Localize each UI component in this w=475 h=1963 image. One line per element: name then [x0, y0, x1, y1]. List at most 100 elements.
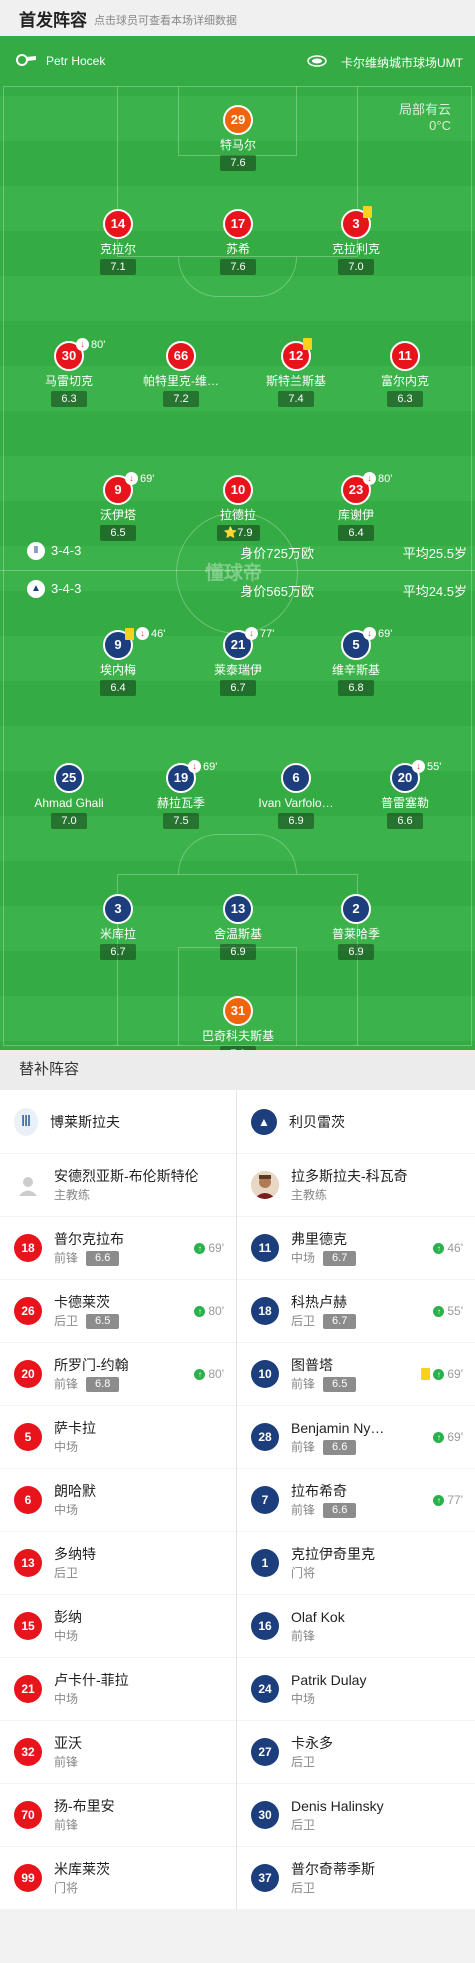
- venue-name: 卡尔维纳城市球场UMT: [341, 56, 463, 70]
- sub-player-row[interactable]: 30 Denis Halinsky 后卫: [237, 1784, 475, 1847]
- player-rating: 6.3: [387, 391, 423, 407]
- sub-player-position: 中场: [54, 1692, 79, 1706]
- player-away-10[interactable]: 2 普莱哈季 6.9: [291, 894, 421, 960]
- player-away-1[interactable]: 9 ↓ 46' 埃内梅 6.4: [53, 627, 183, 696]
- player-rating: 7.0: [338, 259, 374, 275]
- sub-player-position: 中场: [54, 1629, 79, 1643]
- sub-minute: 77': [260, 627, 275, 640]
- home-avg-age: 平均25.5岁: [402, 546, 467, 561]
- sub-player-row[interactable]: 6 朗哈默 中场: [0, 1469, 236, 1532]
- sub-player-row[interactable]: 27 卡永多 后卫: [237, 1721, 475, 1784]
- sub-player-name: 弗里德克: [291, 1231, 347, 1247]
- sub-player-position: 前锋: [291, 1629, 316, 1643]
- player-badge: 66: [166, 341, 196, 371]
- player-name: 富尔内克: [380, 374, 429, 388]
- sub-player-row[interactable]: 70 扬-布里安 前锋: [0, 1784, 236, 1847]
- player-home-6[interactable]: 66 帕特里克-维… 7.2: [116, 341, 246, 407]
- player-away-4[interactable]: 25 Ahmad Ghali 7.0: [4, 763, 134, 829]
- subs-header: 替补阵容: [0, 1050, 475, 1090]
- home-team-crest-icon: Ⅱ: [27, 542, 45, 560]
- player-name: 莱泰瑞伊: [213, 663, 262, 677]
- sub-player-row[interactable]: 32 亚沃 前锋: [0, 1721, 236, 1784]
- sub-player-row[interactable]: 37 普尔奇蒂季斯 后卫: [237, 1847, 475, 1910]
- player-home-10[interactable]: 10 拉德拉 ⭐7.9: [173, 475, 303, 541]
- sub-player-row[interactable]: 13 多纳特 后卫: [0, 1532, 236, 1595]
- player-away-8[interactable]: 3 米库拉 6.7: [53, 894, 183, 960]
- sub-player-info: 米库莱茨 门将: [54, 1860, 110, 1896]
- sub-player-number: 37: [251, 1864, 279, 1892]
- home-coach-row[interactable]: 安德烈亚斯-布伦斯特伦 主教练: [0, 1154, 236, 1217]
- player-away-3[interactable]: 5 ↓ 69' 维辛斯基 6.8: [291, 627, 421, 696]
- player-away-11[interactable]: 31巴奇科夫斯基7.0: [173, 996, 303, 1050]
- player-badge: 2: [341, 894, 371, 924]
- rating-value: 7.2: [173, 393, 189, 405]
- sub-player-meta: 前锋: [54, 1754, 82, 1770]
- sub-player-row[interactable]: 28 Benjamin Ny… 前锋 6.6 ↑ 69': [237, 1406, 475, 1469]
- player-badge: 5 ↓ 69': [341, 627, 392, 660]
- sub-player-position: 后卫: [54, 1566, 79, 1580]
- sub-player-row[interactable]: 26 卡德莱茨 后卫 6.5 ↑ 80': [0, 1280, 236, 1343]
- sub-player-row[interactable]: 99 米库莱茨 门将: [0, 1847, 236, 1910]
- sub-player-rating: 6.6: [323, 1502, 357, 1518]
- sub-minute: 69': [140, 472, 155, 485]
- sub-player-rating: 6.5: [323, 1376, 357, 1392]
- sub-player-meta: 前锋: [54, 1817, 115, 1833]
- player-name: 沃伊塔: [99, 508, 136, 522]
- away-formation: 3-4-3: [51, 581, 82, 596]
- sub-player-row[interactable]: 18 科热卢赫 后卫 6.7 ↑ 55': [237, 1280, 475, 1343]
- away-subs-team-row[interactable]: ▲ 利贝雷茨: [237, 1090, 475, 1154]
- player-home-1[interactable]: 29 特马尔 7.6: [173, 105, 303, 171]
- sub-player-number: 26: [14, 1297, 42, 1325]
- player-rating: 6.3: [51, 391, 87, 407]
- sub-player-row[interactable]: 20 所罗门-约翰 前锋 6.8 ↑ 80': [0, 1343, 236, 1406]
- player-rating: ⭐7.9: [216, 525, 260, 541]
- player-home-5[interactable]: 30 ↓ 80' 马雷切克 6.3: [4, 338, 134, 407]
- sub-player-meta: 前锋: [291, 1628, 345, 1644]
- player-events: ↓ 46': [125, 627, 165, 640]
- sub-player-row[interactable]: 7 拉布希奇 前锋 6.6 ↑ 77': [237, 1469, 475, 1532]
- player-home-9[interactable]: 9 ↓ 69' 沃伊塔 6.5: [53, 472, 183, 541]
- player-away-7[interactable]: 20 ↓ 55' 普雷塞勒 6.6: [340, 760, 470, 829]
- yellow-card-icon: [421, 1368, 431, 1380]
- player-name: 普雷塞勒: [380, 796, 429, 810]
- sub-minute: 80': [378, 472, 393, 485]
- away-coach-row[interactable]: 拉多斯拉夫-科瓦奇 主教练: [237, 1154, 475, 1217]
- sub-player-row[interactable]: 5 萨卡拉 中场: [0, 1406, 236, 1469]
- player-badge: 30 ↓ 80': [54, 338, 105, 371]
- rating-value: 7.0: [348, 261, 364, 273]
- player-away-9[interactable]: 13 舍温斯基 6.9: [173, 894, 303, 960]
- sub-player-info: 扬-布里安 前锋: [54, 1797, 115, 1833]
- sub-player-row[interactable]: 24 Patrik Dulay 中场: [237, 1658, 475, 1721]
- sub-off-icon: ↓: [188, 760, 201, 773]
- player-rating: 7.1: [100, 259, 136, 275]
- sub-on-icon: ↑: [433, 1242, 445, 1254]
- away-coach-role: 主教练: [291, 1188, 328, 1202]
- player-home-4[interactable]: 3 克拉利克 7.0: [291, 206, 421, 275]
- player-home-3[interactable]: 17 苏希 7.6: [173, 209, 303, 275]
- home-subs-team-row[interactable]: Ⅲ 博莱斯拉夫: [0, 1090, 236, 1154]
- sub-player-row[interactable]: 11 弗里德克 中场 6.7 ↑ 46': [237, 1217, 475, 1280]
- sub-player-row[interactable]: 16 Olaf Kok 前锋: [237, 1595, 475, 1658]
- sub-player-number: 70: [14, 1801, 42, 1829]
- coach-avatar-icon: [251, 1171, 279, 1199]
- sub-player-rating: 6.5: [86, 1313, 120, 1329]
- player-badge: 31: [223, 996, 253, 1026]
- player-events: ↓ 69': [363, 627, 392, 640]
- sub-on-time: ↑ 69': [194, 1241, 224, 1255]
- sub-player-row[interactable]: 10 图普塔 前锋 6.5 ↑ 69': [237, 1343, 475, 1406]
- sub-player-row[interactable]: 21 卢卡什-菲拉 中场: [0, 1658, 236, 1721]
- sub-player-row[interactable]: 18 普尔克拉布 前锋 6.6 ↑ 69': [0, 1217, 236, 1280]
- coach-avatar-icon: [14, 1171, 42, 1199]
- player-away-2[interactable]: 21 ↓ 77' 莱泰瑞伊 6.7: [173, 627, 303, 696]
- sub-off-icon: ↓: [76, 338, 89, 351]
- sub-player-position: 中场: [291, 1692, 316, 1706]
- sub-player-row[interactable]: 1 克拉伊奇里克 门将: [237, 1532, 475, 1595]
- player-home-8[interactable]: 11 富尔内克 6.3: [340, 341, 470, 407]
- player-away-5[interactable]: 19 ↓ 69' 赫拉瓦季 7.5: [116, 760, 246, 829]
- player-home-2[interactable]: 14 克拉尔 7.1: [53, 209, 183, 275]
- sub-player-info: 卡德莱茨 后卫 6.5: [54, 1293, 120, 1329]
- sub-player-row[interactable]: 15 彭纳 中场: [0, 1595, 236, 1658]
- sub-player-position: 中场: [54, 1440, 79, 1454]
- sub-on-minute: 77': [447, 1493, 463, 1507]
- player-home-11[interactable]: 23 ↓ 80' 库谢伊 6.4: [291, 472, 421, 541]
